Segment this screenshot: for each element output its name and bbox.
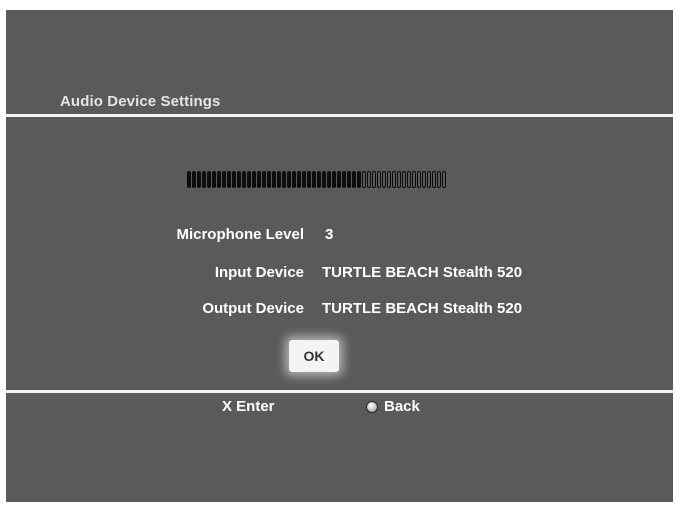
meter-segment-filled <box>207 171 211 188</box>
meter-segment-filled <box>257 171 261 188</box>
meter-segment-filled <box>197 171 201 188</box>
meter-segment-filled <box>187 171 191 188</box>
output-device-value: TURTLE BEACH Stealth 520 <box>322 300 523 317</box>
output-device-row[interactable]: Output Device TURTLE BEACH Stealth 520 <box>6 300 673 320</box>
meter-segment-filled <box>322 171 326 188</box>
meter-segment-empty <box>377 171 381 188</box>
meter-segment-filled <box>357 171 361 188</box>
meter-segment-filled <box>332 171 336 188</box>
back-hint-label: Back <box>384 398 420 415</box>
meter-segment-filled <box>247 171 251 188</box>
output-device-label: Output Device <box>202 300 304 317</box>
meter-segment-filled <box>217 171 221 188</box>
meter-segment-filled <box>347 171 351 188</box>
meter-segment-filled <box>297 171 301 188</box>
meter-segment-filled <box>202 171 206 188</box>
footer-divider <box>6 390 673 393</box>
meter-segment-empty <box>417 171 421 188</box>
meter-segment-empty <box>397 171 401 188</box>
meter-segment-filled <box>267 171 271 188</box>
meter-segment-filled <box>327 171 331 188</box>
meter-segment-empty <box>402 171 406 188</box>
meter-segment-empty <box>437 171 441 188</box>
meter-segment-filled <box>302 171 306 188</box>
meter-segment-filled <box>352 171 356 188</box>
meter-segment-empty <box>427 171 431 188</box>
meter-segment-filled <box>212 171 216 188</box>
microphone-level-label: Microphone Level <box>176 226 304 243</box>
meter-segment-empty <box>422 171 426 188</box>
back-hint[interactable]: Back <box>366 398 420 415</box>
input-device-row[interactable]: Input Device TURTLE BEACH Stealth 520 <box>6 264 673 284</box>
meter-segment-filled <box>317 171 321 188</box>
meter-segment-empty <box>442 171 446 188</box>
meter-segment-empty <box>407 171 411 188</box>
circle-button-icon <box>366 400 378 413</box>
ok-button[interactable]: OK <box>289 340 339 372</box>
page-title: Audio Device Settings <box>60 93 221 110</box>
microphone-level-value: 3 <box>325 226 334 243</box>
meter-segment-empty <box>372 171 376 188</box>
header-divider <box>6 114 673 117</box>
microphone-level-meter <box>187 171 446 191</box>
meter-segment-filled <box>312 171 316 188</box>
meter-segment-filled <box>342 171 346 188</box>
meter-segment-filled <box>282 171 286 188</box>
meter-segment-filled <box>237 171 241 188</box>
meter-segment-filled <box>222 171 226 188</box>
meter-segment-filled <box>307 171 311 188</box>
meter-segment-filled <box>292 171 296 188</box>
meter-segment-filled <box>192 171 196 188</box>
input-device-label: Input Device <box>214 264 304 281</box>
meter-segment-filled <box>232 171 236 188</box>
meter-segment-empty <box>392 171 396 188</box>
meter-segment-filled <box>272 171 276 188</box>
meter-segment-filled <box>287 171 291 188</box>
meter-segment-empty <box>387 171 391 188</box>
meter-segment-filled <box>262 171 266 188</box>
meter-segment-filled <box>337 171 341 188</box>
microphone-level-row[interactable]: Microphone Level 3 <box>6 226 673 246</box>
meter-segment-empty <box>412 171 416 188</box>
meter-segment-empty <box>382 171 386 188</box>
meter-segment-filled <box>227 171 231 188</box>
meter-segment-filled <box>277 171 281 188</box>
meter-segment-empty <box>432 171 436 188</box>
input-device-value: TURTLE BEACH Stealth 520 <box>322 264 523 281</box>
enter-hint-label: X Enter <box>222 398 275 415</box>
enter-hint: X Enter <box>222 398 275 415</box>
meter-segment-empty <box>367 171 371 188</box>
meter-segment-empty <box>362 171 366 188</box>
meter-segment-filled <box>242 171 246 188</box>
meter-segment-filled <box>252 171 256 188</box>
audio-settings-screen: Audio Device Settings Microphone Level 3… <box>6 10 673 502</box>
